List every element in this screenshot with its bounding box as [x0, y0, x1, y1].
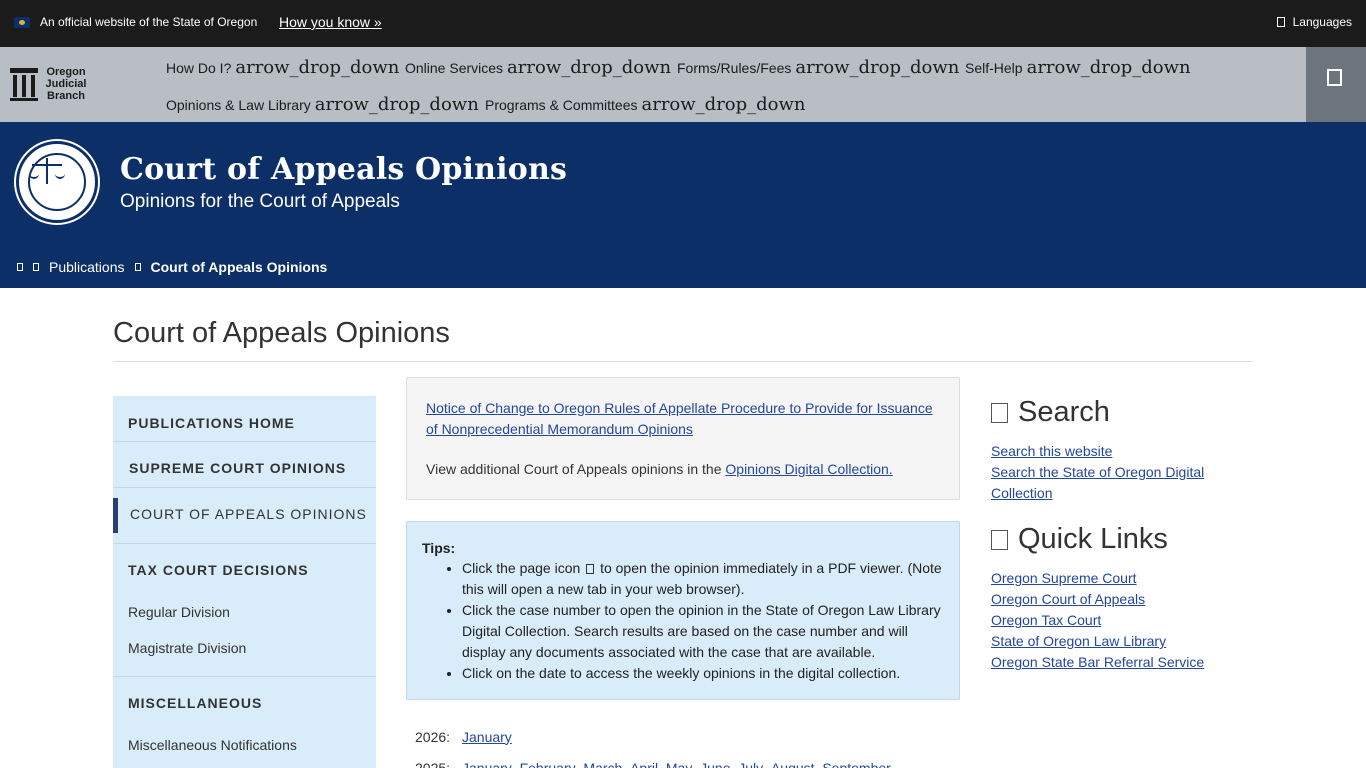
dropdown-arrow-icon: arrow_drop_down	[1026, 57, 1191, 78]
official-banner: An official website of the State of Oreg…	[0, 0, 1366, 47]
chevron-right-icon	[134, 263, 141, 271]
search-links: Search this website Search the State of …	[991, 441, 1221, 504]
list-item: Click on the date to access the weekly o…	[462, 663, 949, 684]
nav-programs-committees[interactable]: Programs & Committees arrow_drop_down	[485, 94, 806, 115]
chevron-right-icon	[33, 263, 39, 271]
month-link[interactable]: September	[822, 760, 890, 768]
sidebar-divider	[113, 543, 376, 544]
sidebar-divider	[113, 487, 376, 488]
official-text: An official website of the State of Oreg…	[40, 15, 258, 29]
list-item: Click the page icon to open the opinion …	[462, 558, 949, 600]
sidebar-divider	[113, 676, 376, 677]
languages-button[interactable]: Languages	[1276, 15, 1352, 29]
main-navigation: Oregon Judicial Branch How Do I? arrow_dr…	[0, 47, 1366, 122]
notice-panel: Notice of Change to Oregon Rules of Appe…	[406, 377, 960, 500]
sidebar-subitem-misc-notifications[interactable]: Miscellaneous Notifications	[128, 737, 297, 753]
search-heading: Search	[991, 396, 1110, 429]
logo-text: Oregon Judicial Branch	[45, 66, 87, 102]
sidebar-item-miscellaneous[interactable]: MISCELLANEOUS	[128, 695, 391, 711]
quick-link-tax-court[interactable]: Oregon Tax Court	[991, 610, 1221, 631]
dropdown-arrow-icon: arrow_drop_down	[795, 57, 960, 78]
tips-panel: Tips: Click the page icon to open the op…	[406, 521, 960, 700]
nav-self-help[interactable]: Self-Help arrow_drop_down	[965, 57, 1191, 78]
dropdown-arrow-icon: arrow_drop_down	[641, 94, 806, 115]
quick-link-law-library[interactable]: State of Oregon Law Library	[991, 631, 1221, 652]
page-title: Court of Appeals Opinions	[113, 317, 450, 349]
sidebar-subitem-regular-division[interactable]: Regular Division	[128, 604, 230, 620]
month-link[interactable]: August	[771, 760, 815, 768]
banner-subtitle: Opinions for the Court of Appeals	[120, 191, 400, 212]
breadcrumb-current: Court of Appeals Opinions	[150, 259, 328, 275]
list-item: Click the case number to open the opinio…	[462, 600, 949, 663]
year-row: 2025: January, February, March, April, M…	[415, 752, 895, 768]
judicial-department-seal-icon	[16, 141, 98, 223]
courthouse-pillars-icon	[10, 67, 38, 101]
month-link[interactable]: February	[520, 760, 576, 768]
sidebar-divider	[113, 441, 376, 442]
tips-title: Tips:	[422, 540, 456, 556]
title-divider	[113, 361, 1253, 362]
search-icon	[991, 402, 1008, 423]
year-row: 2026: January	[415, 721, 895, 752]
month-link[interactable]: April	[630, 760, 658, 768]
link-icon	[991, 529, 1008, 550]
month-link[interactable]: July	[738, 760, 763, 768]
breadcrumb-publications[interactable]: Publications	[49, 259, 125, 275]
dropdown-arrow-icon: arrow_drop_down	[235, 57, 400, 78]
page-icon	[586, 564, 595, 575]
year-label: 2026:	[415, 728, 451, 745]
opinions-digital-collection-link[interactable]: Opinions Digital Collection.	[725, 461, 892, 477]
tips-list: Click the page icon to open the opinion …	[444, 558, 949, 684]
dropdown-arrow-icon: arrow_drop_down	[507, 57, 672, 78]
quick-link-bar-referral[interactable]: Oregon State Bar Referral Service	[991, 652, 1221, 673]
nav-online-services[interactable]: Online Services arrow_drop_down	[405, 57, 671, 78]
sidebar-item-publications-home[interactable]: PUBLICATIONS HOME	[128, 415, 391, 431]
nav-forms-rules-fees[interactable]: Forms/Rules/Fees arrow_drop_down	[677, 57, 959, 78]
opinion-years-list: 2026: January 2025: January, February, M…	[415, 721, 895, 768]
month-link[interactable]: June	[700, 760, 730, 768]
rules-change-notice-link[interactable]: Notice of Change to Oregon Rules of Appe…	[426, 398, 946, 440]
sidebar-item-supreme-court[interactable]: SUPREME COURT OPINIONS	[129, 460, 392, 476]
quick-links-heading: Quick Links	[991, 523, 1168, 556]
menu-button[interactable]	[1306, 47, 1366, 122]
quick-link-court-of-appeals[interactable]: Oregon Court of Appeals	[991, 589, 1221, 610]
sidebar-item-court-of-appeals[interactable]: COURT OF APPEALS OPINIONS	[130, 506, 393, 522]
search-website-link[interactable]: Search this website	[991, 441, 1221, 462]
active-indicator	[113, 498, 118, 533]
banner-title: Court of Appeals Opinions	[120, 152, 568, 187]
quick-links-list: Oregon Supreme Court Oregon Court of App…	[991, 568, 1221, 673]
page-header-banner: Court of Appeals Opinions Opinions for t…	[0, 122, 1366, 288]
search-digital-collection-link[interactable]: Search the State of Oregon Digital Colle…	[991, 462, 1221, 504]
globe-icon	[1276, 17, 1285, 27]
quick-link-supreme-court[interactable]: Oregon Supreme Court	[991, 568, 1221, 589]
nav-how-do-i[interactable]: How Do I? arrow_drop_down	[166, 57, 399, 78]
month-link[interactable]: May	[666, 760, 692, 768]
month-link[interactable]: March	[583, 760, 622, 768]
sidebar-nav: PUBLICATIONS HOME SUPREME COURT OPINIONS…	[113, 396, 376, 768]
oregon-flag-icon	[14, 17, 30, 28]
menu-icon	[1327, 69, 1342, 86]
how-you-know-link[interactable]: How you know »	[279, 14, 382, 30]
year-label: 2025:	[415, 759, 451, 768]
month-link[interactable]: January	[462, 729, 512, 745]
ojb-logo[interactable]: Oregon Judicial Branch	[10, 66, 88, 102]
digital-collection-text: View additional Court of Appeals opinion…	[426, 461, 893, 477]
nav-opinions-law-library[interactable]: Opinions & Law Library arrow_drop_down	[166, 94, 479, 115]
dropdown-arrow-icon: arrow_drop_down	[314, 94, 479, 115]
month-link[interactable]: January	[462, 760, 512, 768]
sidebar-item-tax-court[interactable]: TAX COURT DECISIONS	[128, 562, 391, 578]
home-icon[interactable]	[17, 263, 23, 271]
languages-label: Languages	[1292, 15, 1352, 29]
sidebar-subitem-magistrate-division[interactable]: Magistrate Division	[128, 640, 246, 656]
breadcrumb: Publications Court of Appeals Opinions	[17, 259, 327, 275]
